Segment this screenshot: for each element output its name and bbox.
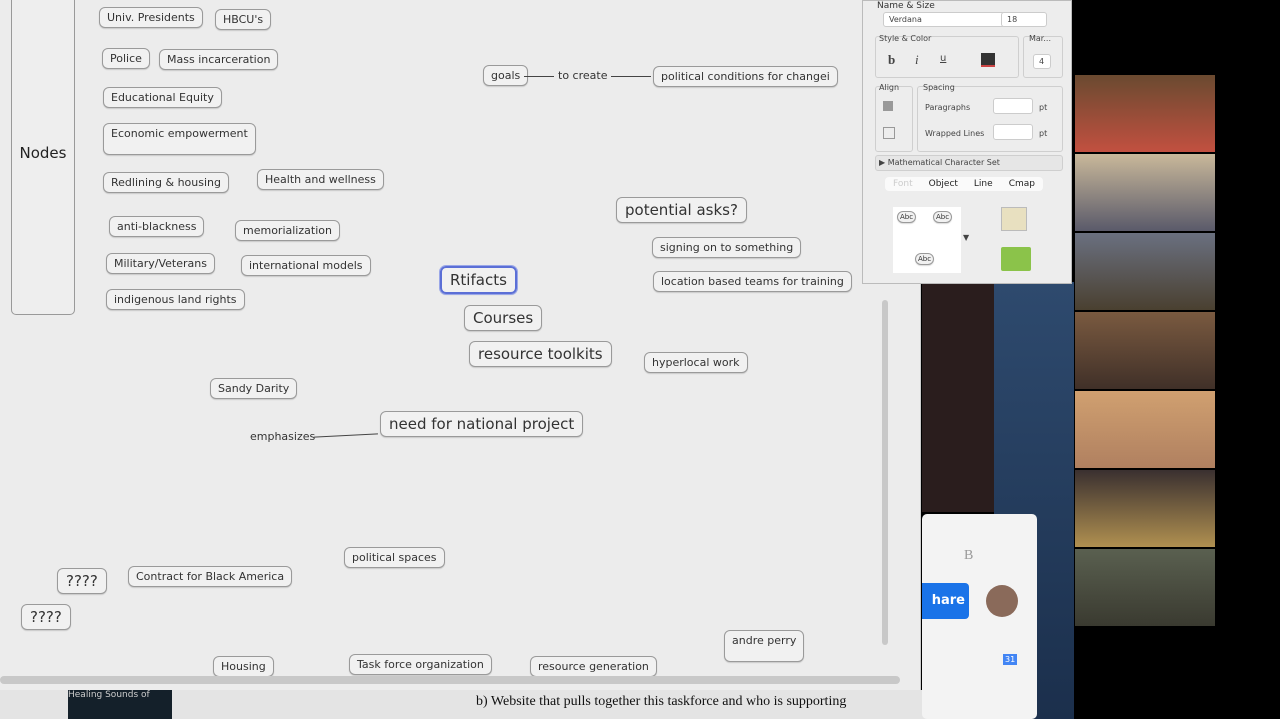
background-document: Healing Sounds of b) Website that pulls …	[0, 690, 1070, 719]
link-label: to create	[558, 69, 608, 82]
video-tile-participant-2[interactable]	[1075, 154, 1215, 231]
node[interactable]: indigenous land rights	[106, 289, 245, 310]
video-tile-participant-5[interactable]	[1075, 391, 1215, 468]
node[interactable]: Redlining & housing	[103, 172, 229, 193]
node[interactable]: Courses	[464, 305, 543, 331]
node[interactable]: international models	[241, 255, 371, 276]
preview-node: Abc	[933, 211, 953, 223]
node[interactable]: Univ. Presidents	[99, 7, 203, 28]
chevron-down-icon[interactable]: ▼	[963, 233, 969, 242]
video-thumbnail[interactable]: Healing Sounds of	[68, 690, 172, 719]
size-select[interactable]: 18	[1001, 12, 1047, 27]
wrapped-lines-field[interactable]	[993, 124, 1033, 140]
tab-object[interactable]: Object	[921, 177, 966, 191]
italic-button[interactable]: i	[915, 52, 919, 68]
node[interactable]: Sandy Darity	[210, 378, 298, 399]
font-select[interactable]: Verdana	[883, 12, 1005, 27]
margin-field[interactable]: 4	[1033, 54, 1051, 69]
node[interactable]: Health and wellness	[257, 169, 384, 190]
section-label: Mar...	[1029, 34, 1051, 43]
node[interactable]: political spaces	[344, 547, 445, 568]
video-tile-participant-7[interactable]	[1075, 549, 1215, 626]
video-tile-participant-3[interactable]	[1075, 233, 1215, 310]
node[interactable]: goals	[483, 65, 529, 86]
underline-button[interactable]: u	[940, 53, 946, 64]
horizontal-scrollbar[interactable]	[0, 676, 900, 684]
link-label: emphasizes	[250, 430, 316, 443]
node[interactable]: Contract for Black America	[128, 566, 293, 587]
paragraphs-label: Paragraphs	[925, 103, 971, 112]
math-charset-label: Mathematical Character Set	[887, 158, 1000, 167]
node[interactable]: Military/Veterans	[106, 253, 215, 274]
preview-node: Abc	[897, 211, 917, 223]
node[interactable]: memorialization	[235, 220, 340, 241]
style-preview[interactable]: Abc Abc Abc	[893, 207, 961, 273]
math-charset-toggle[interactable]: ▶ Mathematical Character Set	[879, 158, 1000, 167]
tab-font[interactable]: Font	[885, 177, 921, 191]
paragraphs-field[interactable]	[993, 98, 1033, 114]
section-label: Name & Size	[877, 1, 935, 11]
add-folder-icon[interactable]	[1001, 247, 1031, 271]
bold-button[interactable]: b	[888, 52, 895, 68]
unit-label: pt	[1039, 103, 1048, 112]
node[interactable]: Educational Equity	[103, 87, 222, 108]
node[interactable]: hyperlocal work	[644, 352, 748, 373]
node[interactable]: Housing	[213, 656, 274, 677]
preview-node: Abc	[915, 253, 935, 265]
section-label: Style & Color	[879, 34, 932, 43]
node[interactable]: location based teams for training	[653, 271, 852, 292]
node[interactable]: signing on to something	[652, 237, 802, 258]
node[interactable]: political conditions for changei	[653, 66, 838, 87]
node[interactable]: Police	[102, 48, 150, 69]
node[interactable]: need for national project	[380, 411, 584, 437]
align-icon[interactable]	[883, 101, 893, 111]
cmap-canvas[interactable]: Nodes Univ. Presidents HBCU's Police Mas…	[0, 0, 921, 690]
calendar-icon[interactable]: 31	[1003, 654, 1018, 665]
node[interactable]: anti-blackness	[109, 216, 205, 237]
vertical-scrollbar[interactable]	[882, 300, 888, 645]
side-list	[922, 282, 994, 512]
tab-line[interactable]: Line	[966, 177, 1001, 191]
node[interactable]: HBCU's	[215, 9, 272, 30]
node[interactable]: Economic empowerment	[103, 123, 256, 155]
tab-cmap[interactable]: Cmap	[1001, 177, 1043, 191]
node[interactable]: resource generation	[530, 656, 657, 677]
new-style-icon[interactable]	[1001, 207, 1027, 231]
node[interactable]: Task force organization	[349, 654, 492, 675]
unit-label: pt	[1039, 129, 1048, 138]
wrapped-lines-label: Wrapped Lines	[925, 129, 985, 138]
node[interactable]: ????	[57, 568, 107, 594]
selected-node[interactable]: Rtifacts	[439, 265, 518, 295]
valign-icon[interactable]	[883, 127, 895, 139]
nodes-sidebar[interactable]: Nodes	[11, 0, 75, 315]
node[interactable]: ????	[21, 604, 71, 630]
section-label: Spacing	[923, 83, 955, 92]
browser-window: hare B 31	[922, 514, 1037, 719]
format-panel: Name & Size Verdana 18 Style & Color b i…	[862, 0, 1072, 284]
video-tile-participant-6[interactable]	[1075, 470, 1215, 547]
bold-button[interactable]: B	[964, 548, 973, 564]
text-color-icon[interactable]	[981, 53, 995, 67]
avatar[interactable]	[986, 585, 1018, 617]
node[interactable]: potential asks?	[616, 197, 747, 223]
section-label: Align	[879, 83, 900, 92]
video-tile-participant-1[interactable]	[1075, 75, 1215, 152]
node[interactable]: resource toolkits	[469, 341, 612, 367]
document-text: b) Website that pulls together this task…	[476, 694, 847, 709]
sidebar-title: Nodes	[19, 144, 67, 162]
share-button[interactable]: hare	[922, 583, 969, 619]
node[interactable]: Mass incarceration	[159, 49, 279, 70]
video-tile-participant-4[interactable]	[1075, 312, 1215, 389]
node[interactable]: andre perry	[724, 630, 805, 662]
